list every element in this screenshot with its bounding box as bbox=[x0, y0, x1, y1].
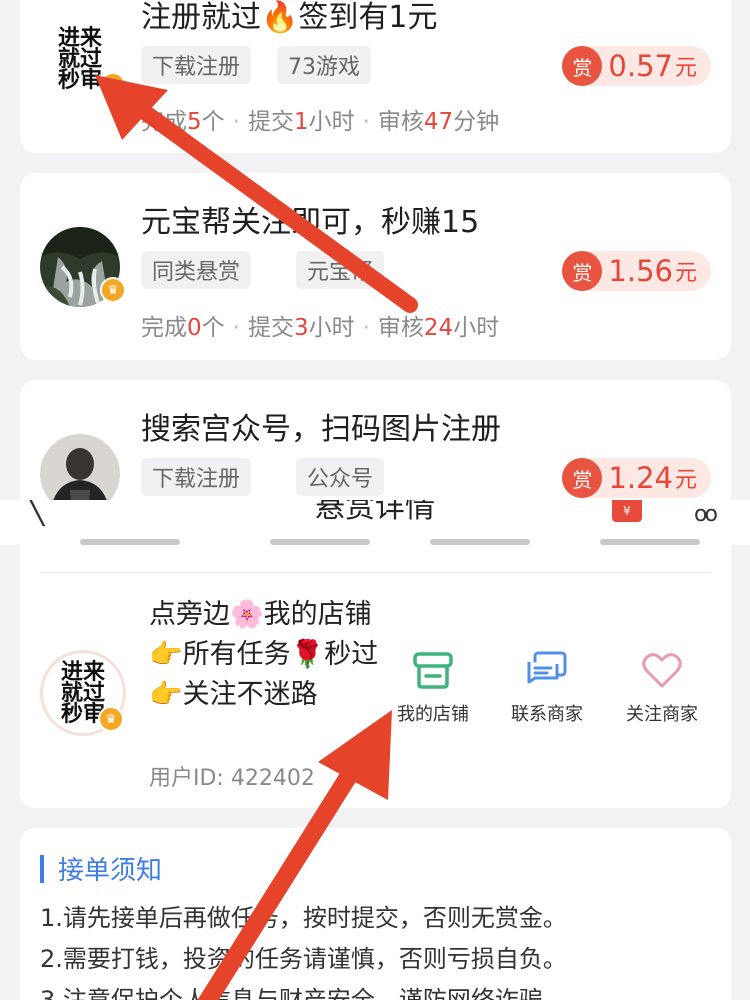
reward-icon: 赏 bbox=[562, 458, 603, 498]
stat-label: 审核 bbox=[377, 315, 424, 341]
stat-value: 3 bbox=[293, 315, 309, 341]
tag: 元宝帮 bbox=[296, 251, 385, 289]
notice-line: 3.注意保护个人信息与财产安全，谨防网络诈骗 bbox=[40, 986, 543, 1000]
clipped-text bbox=[80, 539, 180, 545]
reward-amount: 0.57 bbox=[608, 49, 673, 83]
stat-value: 47 bbox=[423, 109, 454, 135]
stat-unit: 小时 bbox=[453, 315, 500, 341]
follow-merchant-button[interactable]: 关注商家 bbox=[607, 650, 717, 726]
stat-value: 24 bbox=[423, 315, 454, 341]
notice-header: 接单须知 bbox=[40, 850, 162, 887]
notice-title: 接单须知 bbox=[58, 856, 163, 886]
tag: 73游戏 bbox=[277, 46, 371, 84]
heart-icon bbox=[642, 653, 682, 688]
task-stats: 完成5个 · 提交1小时 · 审核47分钟 bbox=[141, 102, 499, 136]
notice-line: 2.需要打钱，投资的任务请谨慎，否则亏损自负。 bbox=[40, 945, 567, 973]
reward-icon: 赏 bbox=[562, 46, 603, 86]
action-label: 我的店铺 bbox=[397, 704, 469, 725]
clipped-row bbox=[40, 539, 711, 573]
stat-unit: 个 bbox=[201, 109, 225, 135]
tag: 下载注册 bbox=[141, 458, 252, 496]
gift-icon[interactable]: ¥ bbox=[612, 500, 642, 522]
crown-badge-icon: ♛ bbox=[100, 72, 126, 98]
tag: 下载注册 bbox=[141, 46, 252, 84]
stat-unit: 小时 bbox=[308, 109, 355, 135]
stat-unit: 个 bbox=[201, 315, 225, 341]
stat-value: 5 bbox=[187, 109, 202, 135]
reward-badge: 赏 1.24 元 bbox=[562, 458, 711, 498]
task-title: 搜索宫众号，扫码图片注册 bbox=[141, 412, 501, 447]
reward-unit: 元 bbox=[674, 468, 697, 493]
task-stats: 完成0个 · 提交3小时 · 审核24小时 bbox=[141, 308, 499, 342]
stat-label: 提交 bbox=[247, 315, 294, 341]
reward-unit: 元 bbox=[674, 56, 697, 81]
stat-value: 1 bbox=[293, 109, 309, 135]
reward-badge: 赏 1.56 元 bbox=[562, 251, 711, 291]
clipped-text bbox=[600, 539, 700, 545]
order-notice-card: 接单须知 1.请先接单后再做任务，按时提交，否则无赏金。 2.需要打钱，投资的任… bbox=[20, 828, 731, 1000]
chat-icon bbox=[527, 651, 567, 684]
stat-unit: 小时 bbox=[308, 315, 355, 341]
separator: · bbox=[232, 109, 240, 135]
chevron-left-icon[interactable]: ╲ bbox=[26, 500, 44, 525]
stat-unit: 分钟 bbox=[453, 109, 500, 135]
reward-amount: 1.24 bbox=[608, 461, 673, 495]
reward-amount: 1.56 bbox=[608, 254, 673, 288]
person-photo-icon bbox=[40, 434, 120, 500]
stat-label: 完成 bbox=[141, 315, 187, 341]
store-icon bbox=[413, 652, 453, 689]
reward-badge: 赏 0.57 元 bbox=[562, 46, 711, 86]
clipped-text bbox=[270, 539, 370, 545]
merchant-card: 进来 就过 秒审 ♛ 点旁边🌸我的店铺👉所有任务🌹秒过👉关注不迷路 用户ID: … bbox=[20, 539, 731, 808]
more-icon[interactable]: oo bbox=[694, 502, 718, 527]
separator: · bbox=[362, 109, 370, 135]
merchant-description: 点旁边🌸我的店铺👉所有任务🌹秒过👉关注不迷路 bbox=[149, 599, 379, 710]
action-label: 关注商家 bbox=[626, 704, 698, 725]
stat-value: 0 bbox=[187, 315, 202, 341]
stat-label: 完成 bbox=[141, 109, 187, 135]
separator: · bbox=[362, 315, 370, 341]
contact-merchant-button[interactable]: 联系商家 bbox=[492, 650, 602, 726]
task-title: 元宝帮关注即可，秒赚15 bbox=[141, 205, 480, 240]
notice-list: 1.请先接单后再做任务，按时提交，否则无赏金。 2.需要打钱，投资的任务请谨慎，… bbox=[40, 898, 567, 1000]
my-store-button[interactable]: 我的店铺 bbox=[378, 650, 488, 726]
reward-icon: 赏 bbox=[562, 251, 603, 291]
reward-detail-page: 悬赏详情 ╲ ¥ oo 进来 就过 秒审 ♛ 点旁边🌸我的店铺👉所有任务🌹秒过👉… bbox=[0, 500, 750, 1000]
stat-label: 审核 bbox=[377, 109, 424, 135]
task-card[interactable]: 搜索宫众号，扫码图片注册 下载注册 公众号 赏 1.24 元 bbox=[20, 380, 731, 500]
tag: 公众号 bbox=[296, 458, 385, 496]
user-id: 用户ID: 422402 bbox=[149, 766, 315, 791]
accent-bar bbox=[40, 854, 44, 883]
task-card[interactable]: 注册就过🔥签到有1元 进来 就过 秒审 ♛ 下载注册 73游戏 赏 0.57 元… bbox=[20, 0, 731, 153]
reward-unit: 元 bbox=[674, 261, 697, 286]
notice-line: 1.请先接单后再做任务，按时提交，否则无赏金。 bbox=[40, 904, 567, 932]
task-card[interactable]: 元宝帮关注即可，秒赚15 ♛ 同类悬赏 元宝帮 赏 1.56 元 完成0个 · 提交… bbox=[20, 173, 731, 360]
crown-badge-icon: ♛ bbox=[100, 277, 126, 303]
stat-label: 提交 bbox=[247, 109, 294, 135]
task-title: 注册就过🔥签到有1元 bbox=[141, 0, 438, 35]
crown-badge-icon: ♛ bbox=[98, 706, 124, 732]
action-label: 联系商家 bbox=[511, 704, 583, 725]
tag: 同类悬赏 bbox=[141, 251, 252, 289]
separator: · bbox=[232, 315, 240, 341]
task-list: 注册就过🔥签到有1元 进来 就过 秒审 ♛ 下载注册 73游戏 赏 0.57 元… bbox=[0, 0, 750, 500]
clipped-text bbox=[430, 539, 530, 545]
avatar bbox=[40, 434, 120, 500]
